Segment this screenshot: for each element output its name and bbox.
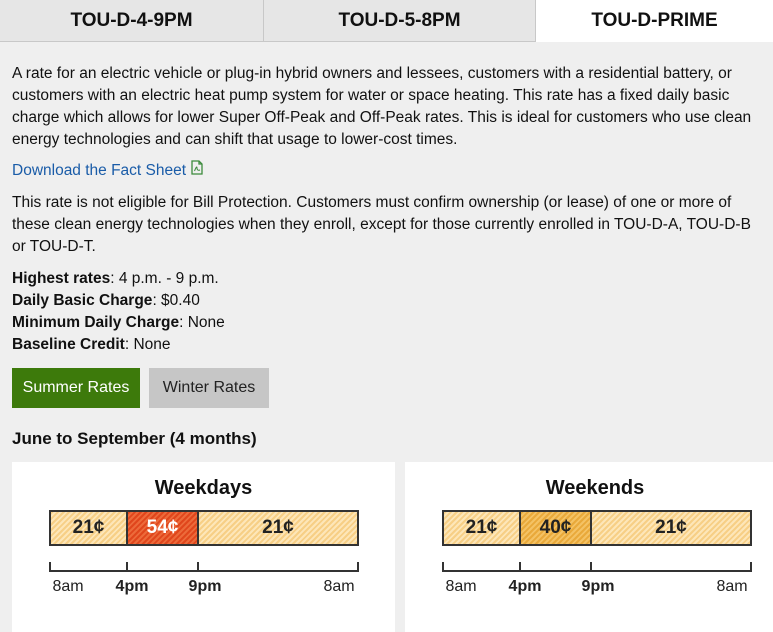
weekends-off-peak-morning: 21¢ [444,512,521,544]
weekends-rate-bar: 21¢ 40¢ 21¢ [442,510,752,546]
description-line: A rate for an electric vehicle or plug-i… [12,65,732,82]
weekdays-card: Weekdays 21¢ 54¢ 21¢ 8am 4pm 9pm 8am [12,462,395,632]
weekdays-on-peak: 54¢ [128,512,199,544]
time-label: 9pm [581,578,615,595]
weekdays-off-peak-morning: 21¢ [51,512,128,544]
summer-rates-button[interactable]: Summer Rates [12,368,140,408]
download-fact-sheet-link[interactable]: Download the Fact Sheet [12,160,203,182]
rate-description: A rate for an electric vehicle or plug-i… [12,63,751,151]
eligibility-line: This rate is not eligible for Bill Prote… [12,194,732,211]
fact-daily-basic-charge: Daily Basic Charge: $0.40 [12,292,200,309]
rate-plan-tabs: TOU-D-4-9PM TOU-D-5-8PM TOU-D-PRIME [0,0,773,42]
time-label: 4pm [508,578,542,595]
fact-baseline-credit: Baseline Credit: None [12,336,171,353]
time-label: 4pm [115,578,149,595]
weekdays-rate-bar: 21¢ 54¢ 21¢ [49,510,359,546]
time-label: 8am [445,578,477,595]
weekdays-title: Weekdays [154,477,253,499]
time-label: 8am [323,578,355,595]
tab-tou-d-4-9pm[interactable]: TOU-D-4-9PM [0,0,264,42]
description-line: energy technologies and can shift that u… [12,131,458,148]
eligibility-line: these clean energy technologies when the… [12,216,751,233]
weekends-title: Weekends [545,477,645,499]
tab-tou-d-5-8pm[interactable]: TOU-D-5-8PM [264,0,536,42]
pdf-file-icon [191,160,203,182]
weekdays-off-peak-evening: 21¢ [199,512,357,544]
rate-facts: Highest rates: 4 p.m. - 9 p.m. Daily Bas… [12,268,225,356]
time-label: 8am [716,578,748,595]
eligibility-line: or TOU-D-T. [12,238,96,255]
fact-highest-rates: Highest rates: 4 p.m. - 9 p.m. [12,270,219,287]
description-line: customers with an electric heat pump sys… [12,87,730,104]
weekends-card: Weekends 21¢ 40¢ 21¢ 8am 4pm 9pm 8am [405,462,773,632]
eligibility-note: This rate is not eligible for Bill Prote… [12,192,751,258]
download-link-label: Download the Fact Sheet [12,162,187,179]
weekends-off-peak-evening: 21¢ [592,512,750,544]
description-line: charge which allows for lower Super Off-… [12,109,752,126]
tab-tou-d-prime[interactable]: TOU-D-PRIME [536,0,773,42]
time-label: 9pm [188,578,222,595]
season-heading: June to September (4 months) [12,429,257,448]
fact-minimum-daily-charge: Minimum Daily Charge: None [12,314,225,331]
time-label: 8am [52,578,84,595]
winter-rates-button[interactable]: Winter Rates [149,368,269,408]
weekends-mid-peak: 40¢ [521,512,592,544]
